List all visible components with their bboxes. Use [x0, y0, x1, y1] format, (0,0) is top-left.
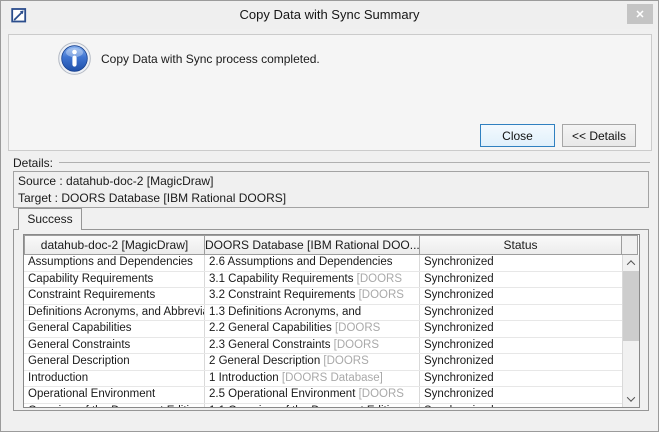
target-cell: 2.2 General Capabilities [DOORS	[205, 321, 420, 337]
source-cell: Assumptions and Dependencies	[24, 255, 205, 271]
details-separator	[59, 162, 650, 163]
details-toggle-button[interactable]: << Details	[562, 124, 636, 147]
chevron-down-icon	[627, 393, 635, 401]
target-cell: 2.3 General Constraints [DOORS	[205, 338, 420, 354]
target-cell: 2.5 Operational Environment [DOORS	[205, 387, 420, 403]
table-row[interactable]: Overview of the Document Editi... 1.1 Ov…	[24, 404, 622, 408]
target-cell: 2 General Description [DOORS	[205, 354, 420, 370]
table-row[interactable]: Assumptions and Dependencies 2.6 Assumpt…	[24, 255, 622, 272]
target-cell: 3.2 Constraint Requirements [DOORS	[205, 288, 420, 304]
table-row[interactable]: Introduction 1 Introduction [DOORS Datab…	[24, 371, 622, 388]
target-suffix: [DOORS	[357, 273, 402, 285]
completion-message: Copy Data with Sync process completed.	[101, 52, 320, 66]
column-header-status[interactable]: Status	[419, 235, 622, 255]
target-suffix: [DOORS	[323, 355, 368, 367]
target-suffix: [DOORS	[359, 289, 404, 301]
status-cell: Synchronized	[420, 272, 622, 288]
status-cell: Synchronized	[420, 255, 622, 271]
target-cell: 1.3 Definitions Acronyms, and	[205, 305, 420, 321]
status-cell: Synchronized	[420, 338, 622, 354]
source-cell: Overview of the Document Editi...	[24, 404, 205, 408]
target-suffix: [DOORS Database]	[282, 372, 383, 384]
titlebar-close-button[interactable]: ✕	[627, 4, 653, 24]
table-row[interactable]: General Capabilities 2.2 General Capabil…	[24, 321, 622, 338]
details-label: Details:	[13, 156, 53, 170]
close-icon: ✕	[635, 8, 644, 21]
titlebar[interactable]: Copy Data with Sync Summary ✕	[1, 1, 658, 29]
info-icon	[58, 42, 91, 75]
source-cell: Constraint Requirements	[24, 288, 205, 304]
close-button[interactable]: Close	[480, 124, 555, 147]
status-cell: Synchronized	[420, 354, 622, 370]
status-cell: Synchronized	[420, 321, 622, 337]
table-row[interactable]: Definitions Acronyms, and Abbreviat... 1…	[24, 305, 622, 322]
table-header-row: datahub-doc-2 [MagicDraw] DOORS Database…	[24, 235, 639, 255]
source-cell: Operational Environment	[24, 387, 205, 403]
target-cell: 1 Introduction [DOORS Database]	[205, 371, 420, 387]
table-body: Assumptions and Dependencies 2.6 Assumpt…	[24, 255, 622, 407]
status-cell: Synchronized	[420, 371, 622, 387]
results-table: datahub-doc-2 [MagicDraw] DOORS Database…	[23, 234, 640, 408]
target-cell: 2.6 Assumptions and Dependencies	[205, 255, 420, 271]
message-panel: Copy Data with Sync process completed. C…	[8, 34, 652, 151]
status-cell: Synchronized	[420, 404, 622, 408]
tab-success[interactable]: Success	[18, 208, 82, 230]
vertical-scrollbar[interactable]	[622, 255, 639, 407]
target-suffix: [DOORS	[335, 322, 380, 334]
table-row[interactable]: Operational Environment 2.5 Operational …	[24, 387, 622, 404]
chevron-up-icon	[627, 260, 635, 268]
source-cell: General Constraints	[24, 338, 205, 354]
sync-info-box: Source : datahub-doc-2 [MagicDraw] Targe…	[13, 171, 649, 208]
source-cell: Capability Requirements	[24, 272, 205, 288]
column-header-source[interactable]: datahub-doc-2 [MagicDraw]	[24, 235, 205, 255]
column-header-target[interactable]: DOORS Database [IBM Rational DOO...	[204, 235, 420, 255]
source-cell: General Description	[24, 354, 205, 370]
table-row[interactable]: General Constraints 2.3 General Constrai…	[24, 338, 622, 355]
target-suffix: [DOORS	[359, 388, 404, 400]
source-cell: Introduction	[24, 371, 205, 387]
target-cell: 3.1 Capability Requirements [DOORS	[205, 272, 420, 288]
table-row[interactable]: Capability Requirements 3.1 Capability R…	[24, 272, 622, 289]
target-line: Target : DOORS Database [IBM Rational DO…	[14, 189, 648, 206]
status-cell: Synchronized	[420, 305, 622, 321]
source-line: Source : datahub-doc-2 [MagicDraw]	[14, 172, 648, 189]
scrollbar-up-button[interactable]	[623, 255, 639, 271]
table-row[interactable]: General Description 2 General Descriptio…	[24, 354, 622, 371]
status-cell: Synchronized	[420, 288, 622, 304]
copy-data-sync-summary-dialog: Copy Data with Sync Summary ✕ Copy Data …	[0, 0, 659, 432]
scrollbar-down-button[interactable]	[623, 391, 639, 407]
window-title: Copy Data with Sync Summary	[1, 7, 658, 22]
table-row[interactable]: Constraint Requirements 3.2 Constraint R…	[24, 288, 622, 305]
scrollbar-thumb[interactable]	[623, 271, 639, 341]
target-suffix: [DOORS	[334, 339, 379, 351]
header-corner	[621, 235, 638, 255]
source-cell: General Capabilities	[24, 321, 205, 337]
source-cell: Definitions Acronyms, and Abbreviat...	[24, 305, 205, 321]
scrollbar-track[interactable]	[623, 271, 639, 391]
status-cell: Synchronized	[420, 387, 622, 403]
target-cell: 1.1 Overview of the Document Editi...	[205, 404, 420, 408]
